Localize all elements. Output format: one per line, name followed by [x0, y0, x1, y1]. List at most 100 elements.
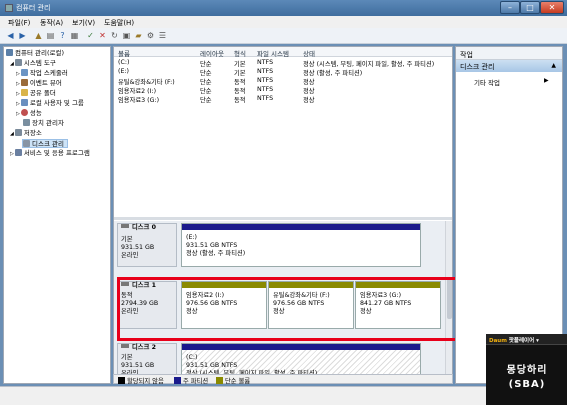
tree-item-device-manager[interactable]: 장치 관리자 — [23, 119, 64, 128]
tree-item-event-viewer[interactable]: ▷ 이벤트 뷰어 — [16, 79, 62, 88]
show-hide-tree-icon[interactable]: ▤ — [46, 31, 55, 40]
volume-list-header: 볼륨 레이아웃 형식 파일 시스템 상태 — [114, 47, 452, 58]
minimize-button[interactable]: – — [500, 1, 520, 14]
partition-label: (C:) — [186, 354, 198, 361]
simple-volume-swatch-icon — [216, 377, 223, 384]
expand-arrow-icon[interactable]: ▷ — [16, 101, 20, 107]
disk-drive-icon — [121, 344, 129, 348]
column-layout[interactable]: 레이아웃 — [200, 48, 224, 58]
tree-item-disk-management[interactable]: 디스크 관리 — [22, 139, 68, 148]
window-title: 컴퓨터 관리 — [16, 4, 51, 12]
menu-bar: 파일(F) 동작(A) 보기(V) 도움말(H) — [0, 16, 567, 28]
disk-type: 기본 — [121, 236, 133, 243]
actions-section-disk-management[interactable]: 디스크 관리 ▲ — [456, 60, 562, 72]
disk-size: 931.51 GB — [121, 244, 155, 251]
volume-name: (E:) — [118, 68, 130, 75]
properties-icon[interactable]: ▦ — [70, 31, 79, 40]
partition-status: 정상 (활성, 주 파티션) — [186, 250, 246, 257]
maximize-button[interactable]: □ — [520, 1, 540, 14]
device-icon — [23, 119, 30, 126]
settings-icon[interactable]: ⚙ — [146, 31, 155, 40]
tree-item-performance[interactable]: ▷ 성능 — [16, 109, 42, 118]
disk-status: 온라인 — [121, 252, 139, 259]
menu-file[interactable]: 파일(F) — [8, 18, 30, 28]
tree-item-system-tools[interactable]: ◢ 시스템 도구 — [10, 59, 56, 68]
disk-name: 디스크 0 — [118, 224, 176, 232]
column-type[interactable]: 형식 — [234, 48, 246, 58]
legend-bar: 할당되지 않음 주 파티션 단순 볼륨 — [113, 374, 453, 385]
toolbar: ◀ ▶ ▲ ▤ ? ▦ ✓ ✕ ↻ ▣ ▰ ⚙ ☰ — [0, 28, 567, 44]
disk-1-highlight-box — [117, 277, 459, 341]
collapse-arrow-icon[interactable]: ◢ — [10, 61, 14, 67]
expand-arrow-icon[interactable]: ▷ — [16, 91, 20, 97]
list-icon[interactable]: ☰ — [158, 31, 167, 40]
help-icon[interactable]: ? — [58, 31, 67, 40]
volume-row[interactable]: 임용자료3 (G:) 단순 동적 NTFS 정상 — [114, 94, 452, 104]
expand-arrow-icon[interactable]: ▷ — [16, 81, 20, 87]
unallocated-swatch-icon — [118, 377, 125, 384]
player-brand: Daum 팟플레이어 ▾ — [489, 338, 539, 344]
volume-row[interactable]: 유틸&강좌&기타 (F:) 단순 동적 NTFS 정상 — [114, 76, 452, 86]
delete-icon[interactable]: ✕ — [98, 31, 107, 40]
tree-item-storage[interactable]: ◢ 저장소 — [10, 129, 42, 138]
folder-icon — [20, 89, 28, 96]
title-bar: 컴퓨터 관리 – □ ✕ — [0, 0, 567, 16]
storage-icon — [14, 129, 22, 136]
disk-drive-icon — [121, 224, 129, 228]
collapse-up-icon[interactable]: ▲ — [551, 62, 556, 69]
actions-item-label: 기타 작업 — [474, 79, 500, 87]
tree-item-task-scheduler[interactable]: ▷ 작업 스케줄러 — [16, 69, 68, 78]
volume-fs: NTFS — [257, 68, 274, 75]
menu-view[interactable]: 보기(V) — [72, 18, 95, 28]
expand-arrow-icon[interactable]: ▷ — [16, 71, 20, 77]
tree-item-computer-management[interactable]: 컴퓨터 관리(로컬) — [6, 49, 64, 58]
volume-fs: NTFS — [257, 77, 274, 84]
partition-info: (E:) 931.51 GB NTFS 정상 (활성, 주 파티션) — [186, 234, 245, 258]
media-player-overlay[interactable]: Daum 팟플레이어 ▾ 몽당하리 (SBA) — [486, 334, 567, 405]
volume-row[interactable]: (C:) 단순 기본 NTFS 정상 (시스템, 부팅, 페이지 파일, 활성,… — [114, 58, 452, 68]
video-logo: 몽당하리 (SBA) — [506, 365, 548, 390]
disk-type: 기본 — [121, 354, 133, 361]
volume-fs: NTFS — [257, 95, 274, 102]
tree-item-shared-folders[interactable]: ▷ 공유 폴더 — [16, 89, 56, 98]
column-volume[interactable]: 볼륨 — [118, 48, 130, 58]
rescan-icon[interactable]: ▣ — [122, 31, 131, 40]
volume-row[interactable]: 임용자료2 (I:) 단순 동적 NTFS 정상 — [114, 85, 452, 95]
open-icon[interactable]: ▰ — [134, 31, 143, 40]
computer-icon — [6, 49, 13, 56]
clock-icon — [20, 69, 28, 76]
app-icon — [5, 4, 13, 12]
collapse-arrow-icon[interactable]: ◢ — [10, 131, 14, 137]
menu-help[interactable]: 도움말(H) — [104, 18, 134, 28]
column-file-system[interactable]: 파일 시스템 — [257, 48, 289, 58]
volume-name: 임용자료3 (G:) — [118, 97, 160, 104]
primary-swatch-icon — [174, 377, 181, 384]
expand-arrow-icon[interactable]: ▷ — [10, 151, 14, 157]
primary-partition-bar — [182, 224, 420, 230]
legend-unallocated: 할당되지 않음 — [118, 376, 164, 385]
volume-name: (C:) — [118, 59, 130, 66]
disk-name: 디스크 2 — [118, 344, 176, 352]
disk-0-label[interactable]: 디스크 0 기본 931.51 GB 온라인 — [117, 223, 177, 267]
forward-icon[interactable]: ▶ — [18, 31, 27, 40]
tree-item-local-users[interactable]: ▷ 로컬 사용자 및 그룹 — [16, 99, 84, 108]
folder-up-icon[interactable]: ▲ — [34, 31, 43, 40]
users-icon — [20, 99, 28, 106]
performance-icon — [20, 109, 28, 116]
pane-splitter[interactable] — [114, 217, 452, 220]
volume-row[interactable]: (E:) 단순 기본 NTFS 정상 (활성, 주 파티션) — [114, 67, 452, 77]
refresh-icon[interactable]: ↻ — [110, 31, 119, 40]
player-title-bar: Daum 팟플레이어 ▾ — [486, 334, 567, 345]
check-icon[interactable]: ✓ — [86, 31, 95, 40]
column-status[interactable]: 상태 — [303, 48, 315, 58]
partition-e[interactable]: (E:) 931.51 GB NTFS 정상 (활성, 주 파티션) — [181, 223, 421, 267]
actions-item-other[interactable]: 기타 작업 ▶ — [474, 77, 549, 87]
tree-item-services-applications[interactable]: ▷ 서비스 및 응용 프로그램 — [10, 149, 90, 158]
actions-header: 작업 — [456, 47, 562, 60]
volume-fs: NTFS — [257, 59, 274, 66]
back-icon[interactable]: ◀ — [6, 31, 15, 40]
close-button[interactable]: ✕ — [540, 1, 564, 14]
volume-status: 정상 — [303, 97, 315, 104]
menu-action[interactable]: 동작(A) — [40, 18, 63, 28]
expand-arrow-icon[interactable]: ▷ — [16, 111, 20, 117]
